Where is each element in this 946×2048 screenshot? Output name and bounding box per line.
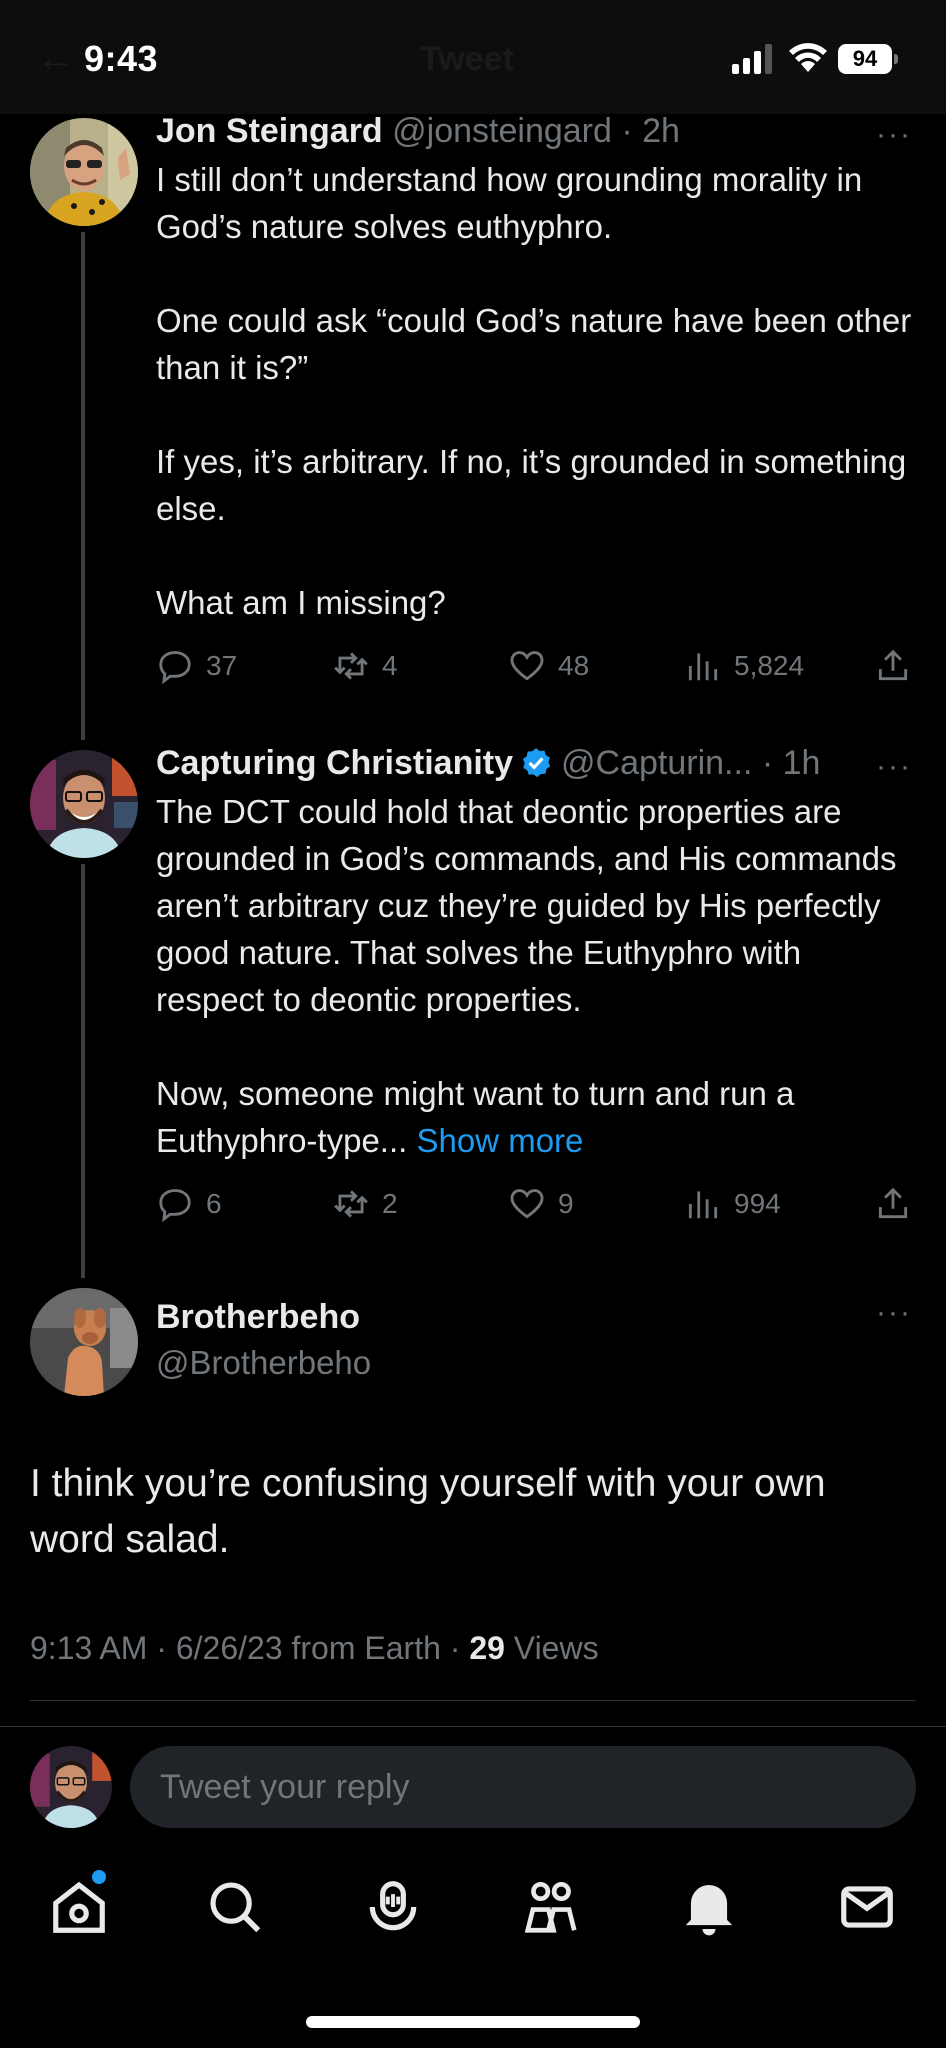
status-time: 9:43 <box>84 38 159 79</box>
tweet-text: I still don’t understand how grounding m… <box>156 156 916 626</box>
reply-count: 6 <box>206 1188 222 1219</box>
author-handle[interactable]: @Capturin... <box>561 744 752 782</box>
tweet-actions: 6 2 9 994 <box>156 1184 912 1224</box>
battery-icon: 94 <box>838 44 898 74</box>
retweet-count: 2 <box>382 1188 398 1219</box>
show-more-link[interactable]: Show more <box>416 1122 583 1159</box>
share-icon <box>878 649 908 681</box>
notification-dot <box>92 1870 106 1884</box>
tweet-text: The DCT could hold that deontic properti… <box>156 788 916 1164</box>
cellular-signal-icon <box>732 44 772 74</box>
author-name[interactable]: Brotherbeho <box>156 1298 360 1337</box>
tweet-paragraph: If yes, it’s arbitrary. If no, it’s grou… <box>156 443 907 527</box>
more-options-icon[interactable]: ··· <box>876 1296 912 1330</box>
views-label: Views <box>504 1630 599 1666</box>
divider <box>30 1700 916 1701</box>
bell-icon <box>685 1885 733 1936</box>
communities-tab[interactable] <box>520 1876 582 1938</box>
retweet-icon <box>334 1190 368 1218</box>
author-name[interactable]: Capturing Christianity <box>156 744 513 782</box>
header-title: Tweet <box>420 40 514 78</box>
analytics-icon <box>688 1191 718 1219</box>
tweet-paragraph: Now, someone might want to turn and run … <box>156 1070 916 1164</box>
main-tweet-text: I think you’re confusing yourself with y… <box>30 1462 826 1561</box>
home-tab[interactable] <box>48 1876 110 1938</box>
reply-button[interactable]: 37 <box>156 646 237 686</box>
status-bar: ← Tweet 9:43 94 <box>0 0 946 114</box>
thread-connector <box>81 232 85 740</box>
battery-level: 94 <box>838 44 892 74</box>
reply-icon <box>159 651 191 685</box>
home-icon <box>53 1881 105 1933</box>
more-options-icon[interactable]: ··· <box>876 118 912 152</box>
thread-connector <box>81 864 85 1278</box>
retweet-icon <box>334 652 368 680</box>
tweet-paragraph: What am I missing? <box>156 584 446 621</box>
views-button[interactable]: 994 <box>684 1184 781 1224</box>
search-icon <box>210 1882 261 1933</box>
tweet-time: · 2h <box>621 112 680 150</box>
avatar[interactable] <box>30 1288 138 1396</box>
more-options-icon[interactable]: ··· <box>876 750 912 784</box>
share-button[interactable] <box>874 646 924 686</box>
verified-badge-icon <box>522 748 551 778</box>
retweet-count: 4 <box>382 650 398 681</box>
communities-icon <box>524 1881 577 1933</box>
tweet-header: Capturing Christianity @Capturin... · 1h <box>156 744 820 783</box>
like-count: 48 <box>558 650 590 681</box>
reply-input[interactable]: Tweet your reply <box>130 1746 916 1828</box>
analytics-icon <box>688 653 718 681</box>
reply-button[interactable]: 6 <box>156 1184 222 1224</box>
share-icon <box>878 1187 908 1219</box>
view-count: 5,824 <box>734 650 805 681</box>
tweet-paragraph: I still don’t understand how grounding m… <box>156 161 863 245</box>
retweet-button[interactable]: 4 <box>332 646 398 686</box>
spaces-tab[interactable] <box>362 1876 424 1938</box>
author-name[interactable]: Jon Steingard <box>156 112 383 150</box>
tweet-time: · 1h <box>761 744 821 782</box>
reply-icon <box>159 1189 191 1223</box>
timestamp-source: 9:13 AM · 6/26/23 from Earth · <box>30 1630 470 1666</box>
tweet-meta: 9:13 AM · 6/26/23 from Earth · 29 Views <box>30 1630 599 1667</box>
my-avatar[interactable] <box>30 1746 112 1828</box>
view-count: 994 <box>734 1188 781 1219</box>
tweet-header: Jon Steingard @jonsteingard · 2h <box>156 112 680 151</box>
share-button[interactable] <box>874 1184 924 1224</box>
heart-icon <box>510 651 544 681</box>
tweet-paragraph: The DCT could hold that deontic properti… <box>156 793 897 1018</box>
author-handle[interactable]: @Brotherbeho <box>156 1344 371 1382</box>
back-arrow-icon[interactable]: ← <box>36 36 76 81</box>
retweet-button[interactable]: 2 <box>332 1184 398 1224</box>
notifications-tab[interactable] <box>678 1876 740 1938</box>
author-handle[interactable]: @jonsteingard <box>392 112 612 150</box>
home-indicator[interactable] <box>306 2016 640 2028</box>
reply-count: 37 <box>206 650 238 681</box>
like-button[interactable]: 48 <box>508 646 589 686</box>
like-button[interactable]: 9 <box>508 1184 574 1224</box>
search-tab[interactable] <box>204 1876 266 1938</box>
tweet-paragraph: One could ask “could God’s nature have b… <box>156 302 912 386</box>
mail-icon <box>841 1886 893 1928</box>
heart-icon <box>510 1189 544 1219</box>
messages-tab[interactable] <box>836 1876 898 1938</box>
wifi-icon <box>789 43 827 72</box>
like-count: 9 <box>558 1188 574 1219</box>
tweet-actions: 37 4 48 5,824 <box>156 646 912 686</box>
avatar[interactable] <box>30 750 138 858</box>
avatar[interactable] <box>30 118 138 226</box>
views-button[interactable]: 5,824 <box>684 646 804 686</box>
views-count[interactable]: 29 <box>469 1630 505 1666</box>
spaces-icon <box>369 1881 417 1931</box>
